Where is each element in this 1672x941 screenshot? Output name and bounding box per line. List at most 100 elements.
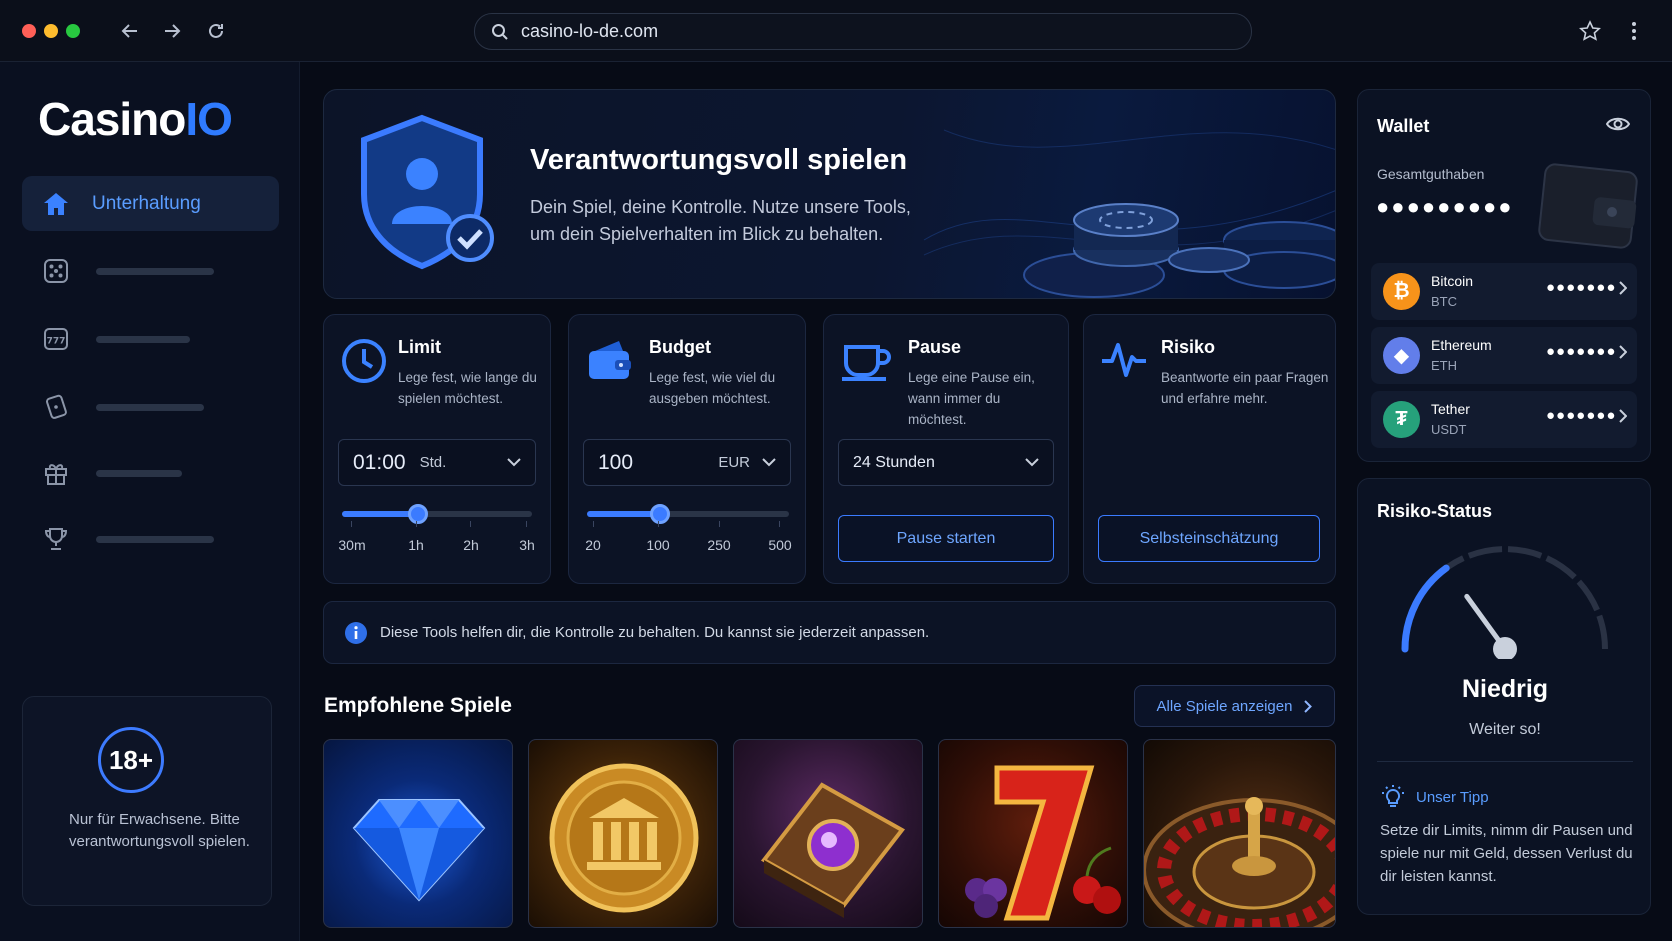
brand-logo[interactable]: CasinoIO xyxy=(38,92,233,146)
chevron-down-icon xyxy=(762,458,776,467)
budget-slider-handle[interactable] xyxy=(649,504,670,524)
eye-icon[interactable] xyxy=(1606,116,1630,132)
limit-time-select[interactable]: 01:00 Std. xyxy=(338,439,536,486)
wallet-title: Wallet xyxy=(1377,116,1430,136)
budget-tick-label: 100 xyxy=(646,537,670,553)
close-window-button[interactable] xyxy=(22,24,36,38)
limit-tool-card: Limit Lege fest, wie lange du spielen mö… xyxy=(323,314,551,584)
menu-kebab-icon[interactable] xyxy=(1620,17,1648,45)
limit-unit: Std. xyxy=(419,454,447,471)
gift-icon xyxy=(45,464,67,485)
search-icon xyxy=(492,23,508,40)
wallet-illustration xyxy=(1538,163,1638,249)
maximize-window-button[interactable] xyxy=(66,24,80,38)
risk-gauge-fill xyxy=(1401,564,1450,653)
coin-row-ethereum[interactable]: ◆ Ethereum ETH ●●●●●●● xyxy=(1371,327,1637,384)
game-tile-roulette[interactable] xyxy=(1143,739,1336,928)
sidebar: CasinoIO Unterhaltung 777 18+ Nur für Er… xyxy=(0,62,300,941)
reload-icon[interactable] xyxy=(202,17,230,45)
limit-tick-label: 3h xyxy=(519,537,535,553)
limit-slider-handle[interactable] xyxy=(408,504,428,524)
sidebar-item-placeholder xyxy=(96,403,204,411)
budget-slider-fill xyxy=(587,511,660,517)
coin-row-tether[interactable]: ₮ Tether USDT ●●●●●●● xyxy=(1371,391,1637,448)
game-tile-diamond[interactable] xyxy=(323,739,513,928)
sidebar-item-cards[interactable] xyxy=(42,392,272,422)
risk-description: Beantworte ein paar Fragen und erfahre m… xyxy=(1161,370,1329,406)
coin-symbol: USDT xyxy=(1431,422,1467,437)
budget-amount-select[interactable]: 100 EUR xyxy=(583,439,791,486)
sidebar-item-slots[interactable]: 777 xyxy=(42,324,272,354)
minimize-window-button[interactable] xyxy=(44,24,58,38)
limit-slider-fill xyxy=(342,511,418,517)
slider-tick xyxy=(658,521,659,527)
total-balance-label: Gesamtguthaben xyxy=(1377,166,1485,182)
limit-tick-label: 2h xyxy=(463,537,479,553)
game-tile-spell-book[interactable] xyxy=(733,739,923,928)
casino-chips-illustration xyxy=(1023,203,1335,298)
hero-banner: Verantwortungsvoll spielen Dein Spiel, d… xyxy=(323,89,1336,299)
sidebar-item-gifts[interactable] xyxy=(42,458,272,488)
slider-tick xyxy=(470,521,471,527)
svg-text:777: 777 xyxy=(47,337,66,347)
coin-symbol: ETH xyxy=(1431,358,1457,373)
tip-label: Unser Tipp xyxy=(1416,789,1489,806)
pause-value: 24 Stunden xyxy=(853,453,935,471)
limit-tick-label: 30m xyxy=(338,537,366,553)
sidebar-item-dice[interactable] xyxy=(42,256,272,286)
slider-tick xyxy=(719,521,720,527)
pause-description: Lege eine Pause ein, wann immer du möcht… xyxy=(908,370,1035,427)
home-icon xyxy=(44,192,68,215)
diamond-icon xyxy=(352,799,486,902)
budget-tick-label: 250 xyxy=(707,537,731,553)
budget-tick-label: 20 xyxy=(585,537,601,553)
pause-start-button[interactable]: Pause starten xyxy=(838,515,1054,562)
pause-duration-select[interactable]: 24 Stunden xyxy=(838,439,1054,486)
risk-message: Weiter so! xyxy=(1469,721,1541,738)
sidebar-item-placeholder xyxy=(96,267,214,275)
limit-slider[interactable] xyxy=(342,504,532,524)
coin-row-bitcoin[interactable]: ₿ Bitcoin BTC ●●●●●●● xyxy=(1371,263,1637,320)
sidebar-item-placeholder xyxy=(96,535,214,543)
info-text: Diese Tools helfen dir, die Kontrolle zu… xyxy=(380,624,930,641)
chevron-right-icon xyxy=(1304,699,1313,713)
risk-status-title: Risiko-Status xyxy=(1377,501,1493,521)
coin-name: Tether xyxy=(1431,401,1470,417)
chevron-down-icon xyxy=(507,458,521,467)
slider-tick xyxy=(416,521,417,527)
back-icon[interactable] xyxy=(116,17,144,45)
address-bar[interactable]: casino-lo-de.com xyxy=(474,13,1252,50)
bank-coin-icon xyxy=(549,763,699,913)
seven-fruits-icon xyxy=(965,765,1121,921)
budget-tool-card: Budget Lege fest, wie viel du ausgeben m… xyxy=(568,314,806,584)
all-games-button[interactable]: Alle Spiele anzeigen xyxy=(1134,685,1335,727)
risk-title: Risiko xyxy=(1161,337,1216,357)
budget-currency: EUR xyxy=(718,454,750,471)
sidebar-item-placeholder xyxy=(96,335,190,343)
info-banner: Diese Tools helfen dir, die Kontrolle zu… xyxy=(323,601,1336,664)
wallet-panel: Wallet Gesamtguthaben ●●●●●●●●● ₿ Bitcoi… xyxy=(1357,89,1651,462)
ethereum-icon: ◆ xyxy=(1383,337,1420,374)
slot-777-icon: 777 xyxy=(44,328,68,350)
dice-icon xyxy=(44,259,68,283)
sidebar-item-unterhaltung[interactable]: Unterhaltung xyxy=(22,176,279,231)
slider-tick xyxy=(351,521,352,527)
chevron-right-icon xyxy=(1619,281,1627,295)
forward-icon[interactable] xyxy=(158,17,186,45)
game-tile-bank-coin[interactable] xyxy=(528,739,718,928)
budget-slider[interactable] xyxy=(587,504,789,524)
sidebar-item-trophies[interactable] xyxy=(42,524,272,554)
clock-icon xyxy=(342,339,386,383)
hero-subtitle: Dein Spiel, deine Kontrolle. Nutze unser… xyxy=(530,197,911,244)
pulse-icon xyxy=(1102,343,1146,377)
game-tile-lucky-seven[interactable] xyxy=(938,739,1128,928)
divider xyxy=(1377,761,1633,762)
self-assessment-button[interactable]: Selbsteinschätzung xyxy=(1098,515,1320,562)
all-games-label: Alle Spiele anzeigen xyxy=(1156,697,1293,715)
roulette-icon xyxy=(1144,797,1335,927)
risk-level: Niedrig xyxy=(1461,675,1549,703)
wallet-icon xyxy=(589,341,631,379)
coin-balance-masked: ●●●●●●● xyxy=(1546,343,1617,360)
lightbulb-icon xyxy=(1382,785,1404,807)
bookmark-star-icon[interactable] xyxy=(1576,17,1604,45)
